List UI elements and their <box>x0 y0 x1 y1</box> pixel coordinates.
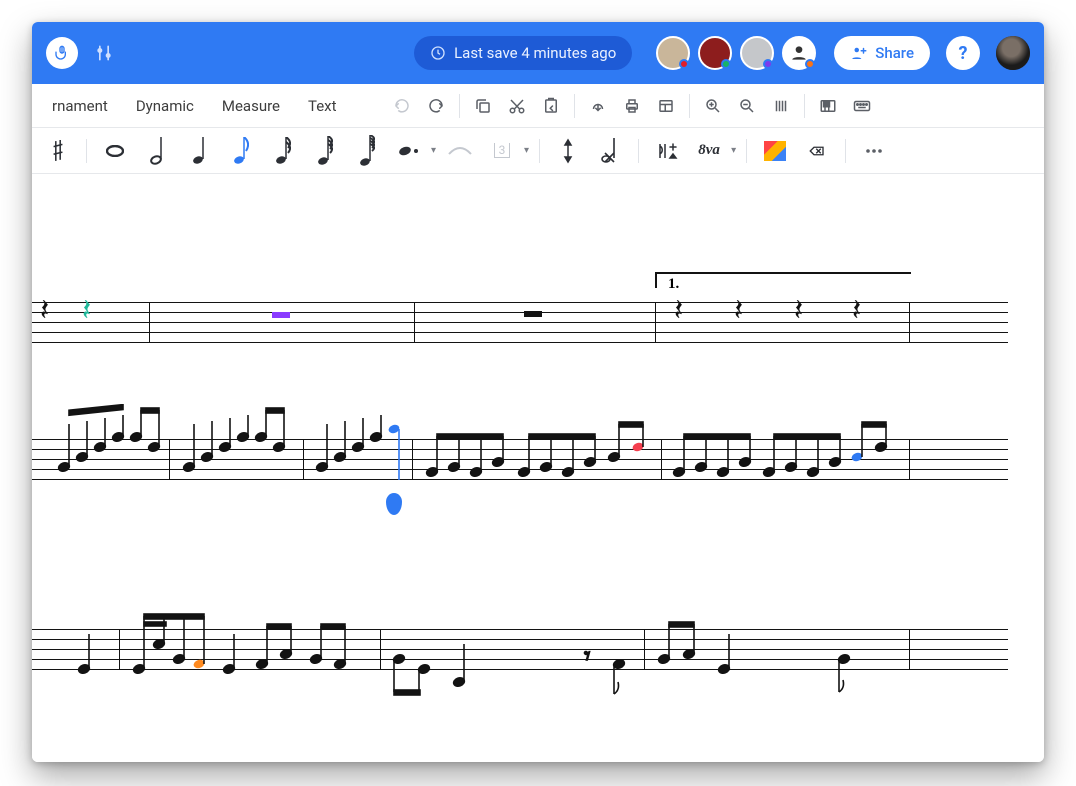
flip-stem-button[interactable] <box>550 133 586 169</box>
cross-notehead-button[interactable] <box>592 133 628 169</box>
staff-1: 1. 𝄽 𝄽 𝄽 𝄽 𝄽 𝄽 <box>32 302 1008 342</box>
cut-button[interactable] <box>502 91 532 121</box>
half-note-button[interactable] <box>139 133 175 169</box>
topbar: Last save 4 minutes ago Share ? <box>32 22 1044 84</box>
ottava-caret-icon[interactable]: ▾ <box>731 145 736 156</box>
zoom-in-button[interactable] <box>698 91 728 121</box>
quarter-rest[interactable]: 𝄽 <box>82 296 91 326</box>
sharp-button[interactable] <box>40 133 76 169</box>
avatar-1[interactable] <box>656 36 690 70</box>
quarter-rest[interactable]: 𝄽 <box>674 296 683 326</box>
share-button[interactable]: Share <box>834 36 930 70</box>
help-button[interactable]: ? <box>946 36 980 70</box>
volta-bracket <box>655 272 911 288</box>
collaborator-avatars <box>656 36 816 70</box>
quarter-rest[interactable]: 𝄽 <box>794 296 803 326</box>
undo-button[interactable] <box>387 91 417 121</box>
color-palette-button[interactable] <box>757 133 793 169</box>
erase-button[interactable] <box>799 133 835 169</box>
print-button[interactable] <box>617 91 647 121</box>
menu-measure[interactable]: Measure <box>210 91 292 121</box>
layout-button[interactable] <box>651 91 681 121</box>
menubar: rnament Dynamic Measure Text <box>32 84 1044 128</box>
ottava-button[interactable]: 8va <box>691 133 727 169</box>
keyboard-button[interactable] <box>847 91 877 121</box>
sixteenth-note-button[interactable] <box>265 133 301 169</box>
playback-button[interactable] <box>46 37 78 69</box>
quarter-note-button[interactable] <box>181 133 217 169</box>
more-button[interactable] <box>856 133 892 169</box>
app-window: Last save 4 minutes ago Share ? rnament … <box>32 22 1044 762</box>
tie-button[interactable] <box>442 133 478 169</box>
svg-text:𝄾: 𝄾 <box>584 644 590 670</box>
avatar-2[interactable] <box>698 36 732 70</box>
dotted-button[interactable] <box>391 133 427 169</box>
quarter-rest[interactable]: 𝄽 <box>40 296 49 326</box>
piano-button[interactable] <box>813 91 843 121</box>
volta-label: 1. <box>668 276 679 293</box>
redo-button[interactable] <box>421 91 451 121</box>
tuplet-button[interactable]: 3 <box>484 133 520 169</box>
quarter-rest[interactable]: 𝄽 <box>852 296 861 326</box>
staff-2-notes <box>32 404 944 494</box>
copy-button[interactable] <box>468 91 498 121</box>
playback-cursor-icon[interactable] <box>386 493 402 515</box>
sixtyfourth-note-button[interactable] <box>349 133 385 169</box>
barlines-button[interactable] <box>766 91 796 121</box>
avatar-3[interactable] <box>740 36 774 70</box>
paste-button[interactable] <box>536 91 566 121</box>
menu-ornament[interactable]: rnament <box>40 91 120 121</box>
download-button[interactable] <box>583 91 613 121</box>
quarter-rest[interactable]: 𝄽 <box>734 296 743 326</box>
dotted-caret-icon[interactable]: ▾ <box>431 145 436 156</box>
whole-rest[interactable] <box>524 311 542 317</box>
menu-text[interactable]: Text <box>296 91 349 121</box>
zoom-out-button[interactable] <box>732 91 762 121</box>
thirtysecond-note-button[interactable] <box>307 133 343 169</box>
share-label: Share <box>875 44 914 62</box>
profile-avatar <box>996 36 1030 70</box>
mixer-button[interactable] <box>88 37 120 69</box>
last-save-pill[interactable]: Last save 4 minutes ago <box>414 36 632 70</box>
tuplet-caret-icon[interactable]: ▾ <box>524 145 529 156</box>
profile-button[interactable] <box>996 36 1030 70</box>
eighth-note-button[interactable] <box>223 133 259 169</box>
staff-3-notes: 𝄾 <box>32 594 944 704</box>
last-save-text: Last save 4 minutes ago <box>454 44 616 62</box>
share-icon <box>850 44 868 62</box>
whole-note-button[interactable] <box>97 133 133 169</box>
transpose-button[interactable] <box>649 133 685 169</box>
avatar-anon[interactable] <box>782 36 816 70</box>
score-canvas[interactable]: 1. 𝄽 𝄽 𝄽 𝄽 𝄽 𝄽 <box>32 174 1044 762</box>
half-rest[interactable] <box>272 312 290 318</box>
menu-dynamic[interactable]: Dynamic <box>124 91 206 121</box>
palette-swatch-icon <box>764 141 786 161</box>
clock-icon <box>430 45 446 61</box>
note-toolbar: ▾ 3 ▾ 8va ▾ <box>32 128 1044 174</box>
help-icon: ? <box>959 43 968 64</box>
